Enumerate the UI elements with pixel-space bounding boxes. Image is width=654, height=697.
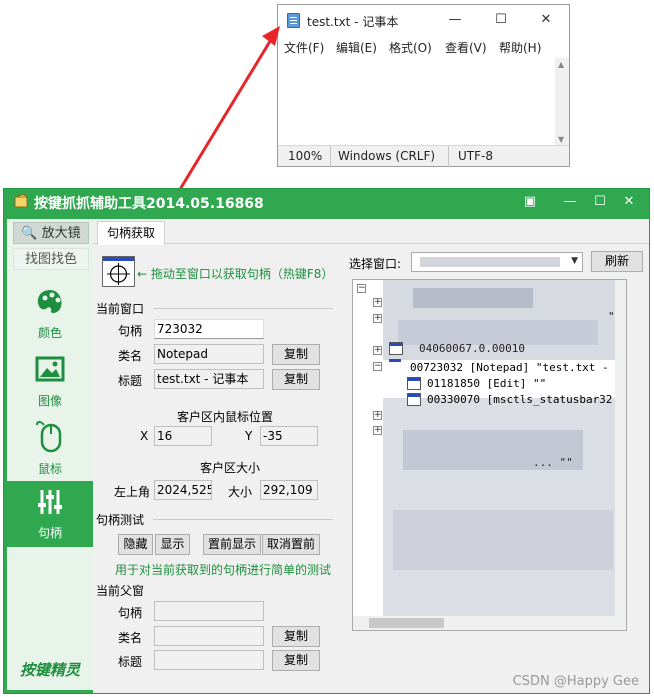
chevron-down-icon: ▼ [571,256,578,266]
sidebar-item-image[interactable]: 图像 [7,349,93,415]
window-tree[interactable]: − + + + − + + 04060067.0.00010 " 0072303… [352,279,627,631]
sidebar-item-handle[interactable]: 句柄 [7,481,93,547]
handle-test-heading: 句柄测试 [96,513,145,527]
handle-test-note: 用于对当前获取到的句柄进行简单的测试 [115,563,332,577]
tree-vscrollbar[interactable] [615,280,626,616]
sidebar-label-image: 图像 [37,394,62,408]
tool-title: 按键抓抓辅助工具2014.05.16868 [34,196,264,212]
tree-item-edit[interactable]: 01181850 [Edit] "" [427,377,546,390]
x-label: X [140,429,149,443]
app-logo: 按键精灵 [20,661,81,679]
search-icon: 🔍 [21,226,38,241]
bring-to-front-button[interactable]: 置前显示 [203,534,261,555]
parent-title-label: 标题 [118,655,143,669]
collapse-icon[interactable]: − [357,284,366,293]
copy-title-button[interactable]: 复制 [272,369,320,390]
class-label: 类名 [118,349,143,363]
crosshair-drag-target[interactable] [102,256,135,287]
drag-hint: ← 拖动至窗口以获取句柄（热键F8） [137,267,334,281]
magnifier-label: 放大镜 [41,226,81,241]
expand-icon[interactable]: + [373,314,382,323]
tool-titlebar: 按键抓抓辅助工具2014.05.16868 ▣ — ☐ ✕ [4,189,649,215]
tree-hscrollbar[interactable] [353,616,626,630]
palette-icon [37,290,62,314]
parent-title-field[interactable] [154,650,264,670]
window-icon [407,377,421,390]
handle-field[interactable]: 723032 [154,319,264,339]
tree-fragment: 04060067.0.00010 [419,342,525,355]
tree-item-notepad[interactable]: 00723032 [Notepad] "test.txt - [410,361,609,374]
show-button[interactable]: 显示 [155,534,190,555]
tab-handle-capture[interactable]: 句柄获取 [97,221,165,245]
refresh-button[interactable]: 刷新 [591,251,643,272]
copy-parent-title-button[interactable]: 复制 [272,650,320,671]
select-window-label: 选择窗口: [349,257,402,271]
maximize-icon[interactable]: ☐ [587,192,613,212]
image-icon [35,356,65,382]
parent-handle-field[interactable] [154,601,264,621]
current-window-heading: 当前窗口 [96,302,145,316]
size-label: 大小 [228,485,253,499]
parent-class-label: 类名 [118,631,143,645]
client-size-heading: 客户区大小 [200,461,261,475]
sidebar: 🔍 放大镜 找图找色 颜色 图像 鼠标 句柄 按键精灵 [7,219,93,690]
hide-button[interactable]: 隐藏 [118,534,153,555]
mouse-icon [36,421,62,453]
handle-label: 句柄 [118,324,143,338]
sidebar-item-color[interactable]: 颜色 [7,281,93,347]
expand-icon[interactable]: + [373,411,382,420]
sliders-icon [38,490,62,514]
watermark: CSDN @Happy Gee [512,674,639,689]
sidebar-label-mouse: 鼠标 [37,462,62,476]
sidebar-label-color: 颜色 [37,326,62,340]
main-panel: 句柄获取 ← 拖动至窗口以获取句柄（热键F8） 当前窗口 句柄 723032 类… [93,219,649,693]
copy-class-button[interactable]: 复制 [272,344,320,365]
sidebar-item-mouse[interactable]: 鼠标 [7,417,93,483]
window-icon [389,342,403,355]
mouse-pos-heading: 客户区内鼠标位置 [177,410,274,424]
sidebar-label-handle: 句柄 [37,526,62,540]
y-field[interactable]: -35 [260,426,318,446]
window-select[interactable]: ▼ [411,252,583,272]
tree-fragment: ... "" [533,456,573,469]
tree-item-statusbar[interactable]: 00330070 [msctls_statusbar32 [427,393,612,406]
minimize-icon[interactable]: — [557,192,583,212]
parent-window-heading: 当前父窗 [96,584,145,598]
app-icon [14,194,28,208]
title-label: 标题 [118,374,143,388]
parent-class-field[interactable] [154,626,264,646]
tabbar: 句柄获取 [93,219,649,245]
cancel-front-button[interactable]: 取消置前 [262,534,320,555]
copy-parent-class-button[interactable]: 复制 [272,626,320,647]
menu-dropdown-icon[interactable]: ▣ [517,192,543,212]
collapse-icon[interactable]: − [373,362,382,371]
x-field[interactable]: 16 [154,426,212,446]
topleft-label: 左上角 [114,485,151,499]
find-image-button[interactable]: 找图找色 [13,248,89,270]
title-field[interactable]: test.txt - 记事本 [154,369,264,389]
expand-icon[interactable]: + [373,346,382,355]
tree-fragment: " [608,310,615,323]
tool-window: 按键抓抓辅助工具2014.05.16868 ▣ — ☐ ✕ 🔍 放大镜 找图找色… [3,188,650,694]
window-icon [407,393,421,406]
expand-icon[interactable]: + [373,426,382,435]
crosshair-icon [107,263,130,285]
y-label: Y [245,429,253,443]
close-icon[interactable]: ✕ [616,192,642,212]
magnifier-button[interactable]: 🔍 放大镜 [13,222,89,244]
topleft-field[interactable]: 2024,525 [154,480,212,500]
expand-icon[interactable]: + [373,298,382,307]
parent-handle-label: 句柄 [118,606,143,620]
class-field[interactable]: Notepad [154,344,264,364]
size-field[interactable]: 292,109 [260,480,318,500]
